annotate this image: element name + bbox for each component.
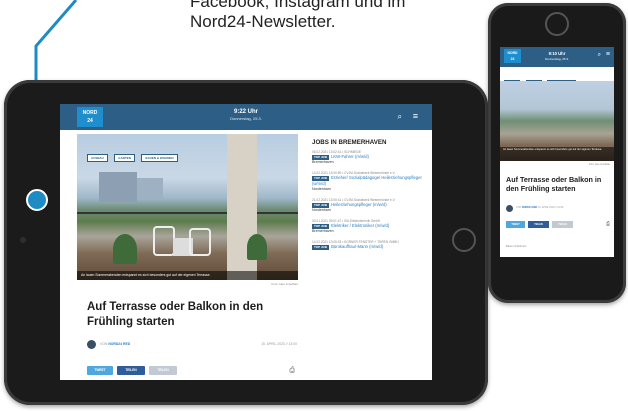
author-byline: VON NORD24 RED 15. APRIL 2020 // 13:00 [516, 206, 563, 209]
mail-share-button[interactable]: TEILEN [149, 366, 177, 375]
job-title[interactable]: LKW-Fahrer (m/w/d) [331, 154, 369, 159]
menu-icon[interactable]: ≡ [606, 51, 610, 58]
photo-building [99, 172, 137, 202]
job-item[interactable]: 06.02.2021 13:02:41 • SCHMIEDE TOP JOB LK… [312, 150, 424, 165]
chip-ausbau[interactable]: AUSBAU [87, 154, 108, 162]
photo-credit: Foto: Idee & Aufbau [588, 163, 610, 166]
pointer-dot [26, 189, 48, 211]
avatar [87, 340, 96, 349]
jobs-title: JOBS IN BREMERHAVEN [312, 139, 387, 146]
chip-bauen-wohnen[interactable]: BAUEN & WOHNEN [141, 154, 178, 162]
job-location: Bremerhaven [312, 229, 334, 233]
photo-credit: Foto: Idee & Aufbau [271, 282, 298, 286]
article-date: 15. APRIL 2020 // 13:00 [261, 342, 297, 346]
article-photo: AUSBAU GARTEN BAUEN & WOHNEN An lauen So… [77, 134, 298, 280]
job-item[interactable]: 21.02.2021 13:00:41 • CVJM-Sozialwerk We… [312, 198, 424, 213]
job-title[interactable]: Elektriker / Elektroniker (m/w/d) [331, 223, 389, 228]
menu-icon[interactable]: ≡ [413, 111, 418, 121]
photo-plant [113, 234, 137, 264]
share-bar: TWEET TEILEN TEILEN ⎙ [87, 366, 297, 378]
author-row: VON NORD24 RED 15. APRIL 2020 // 13:00 [506, 205, 610, 213]
header-date: Donnerstag, 25.3. [230, 116, 262, 121]
job-title[interactable]: Bürokauffrau/-Mann (m/w/d) [331, 244, 383, 249]
photo-chair [153, 226, 175, 256]
photo-plant [247, 234, 267, 260]
tablet-device: NORD 24 9:22 Uhr Donnerstag, 25.3. ⌕ ≡ A… [4, 80, 488, 405]
search-icon[interactable]: ⌕ [598, 52, 601, 59]
job-item[interactable]: 30.01.2021 09:01:47 • ISA Elektrotechnik… [312, 219, 424, 234]
facebook-share-button[interactable]: TEILEN [117, 366, 145, 375]
print-icon[interactable]: ⎙ [289, 366, 295, 375]
author-prefix: VON [100, 342, 108, 346]
job-item[interactable]: 14.02.2021 13:05:33 • KORNER FENSTER + T… [312, 240, 424, 250]
photo-caption: An lauen Sommerabenden entspannt es sich… [500, 147, 614, 161]
author-name[interactable]: NORD24 RED [522, 206, 537, 209]
job-location: Nordenham [312, 187, 331, 191]
photo-caption: An lauen Sommerabenden entspannt es sich… [77, 271, 298, 280]
top-job-tag: TOP JOB [312, 245, 330, 250]
phone-camera-ring [545, 12, 569, 36]
caption-line-2: Nord24-Newsletter. [190, 12, 336, 31]
photo-building [137, 178, 163, 200]
photo-chair [189, 228, 211, 256]
tablet-screen: NORD 24 9:22 Uhr Donnerstag, 25.3. ⌕ ≡ A… [60, 104, 432, 380]
article-date: 15. APRIL 2020 // 13:00 [537, 206, 564, 209]
article-headline[interactable]: Auf Terrasse oder Balkon in den Frühling… [506, 175, 612, 193]
jobs-sidebar: JOBS IN BREMERHAVEN 06.02.2021 13:02:41 … [312, 134, 424, 256]
author-row: VON NORD24 RED 15. APRIL 2020 // 13:00 [87, 340, 297, 350]
avatar [506, 205, 513, 212]
caption-line-1: Facebook, Instagram und im [190, 0, 406, 11]
mail-share-button[interactable]: TEILEN [552, 221, 573, 228]
job-location: Bremerhaven [312, 160, 334, 164]
job-item[interactable]: 14.02.2021 13:00:50 • CVJM-Sozialwerk We… [312, 171, 424, 192]
chip-garten[interactable]: GARTEN [114, 154, 135, 162]
promo-caption: Facebook, Instagram und im Nord24-Newsle… [190, 0, 405, 32]
header-time: 9:22 Uhr [233, 109, 258, 115]
photo-railing [77, 212, 298, 214]
author-prefix: VON [516, 206, 522, 209]
tablet-home-button[interactable] [452, 228, 476, 252]
share-bar: TWEET TEILEN TEILEN ⎙ [506, 221, 610, 229]
article-headline[interactable]: Auf Terrasse oder Balkon in den Frühling… [87, 300, 297, 330]
footer-link[interactable]: Bauen & Wohnen [506, 245, 526, 248]
site-header: NORD 24 9:22 Uhr Donnerstag, 25.3. ⌕ ≡ [60, 104, 432, 130]
category-chips: AUSBAU GARTEN BAUEN & WOHNEN [87, 146, 180, 164]
facebook-share-button[interactable]: TEILEN [528, 221, 549, 228]
phone-screen: NORD 24 9:10 Uhr Donnerstag, 25.3. ⌕ ≡ A… [500, 47, 614, 257]
print-icon[interactable]: ⎙ [606, 221, 610, 228]
search-icon[interactable]: ⌕ [398, 112, 402, 122]
site-header: NORD 24 9:10 Uhr Donnerstag, 25.3. ⌕ ≡ [500, 47, 614, 67]
author-byline: VON NORD24 RED [100, 342, 130, 346]
author-name[interactable]: NORD24 RED [108, 342, 130, 346]
job-location: Nordenham [312, 208, 331, 212]
phone-device: NORD 24 9:10 Uhr Donnerstag, 25.3. ⌕ ≡ A… [488, 3, 626, 303]
tablet-camera [20, 237, 26, 243]
tweet-button[interactable]: TWEET [87, 366, 113, 375]
tweet-button[interactable]: TWEET [506, 221, 525, 228]
job-title[interactable]: Heilerziehungspfleger (m/w/d) [331, 202, 387, 207]
